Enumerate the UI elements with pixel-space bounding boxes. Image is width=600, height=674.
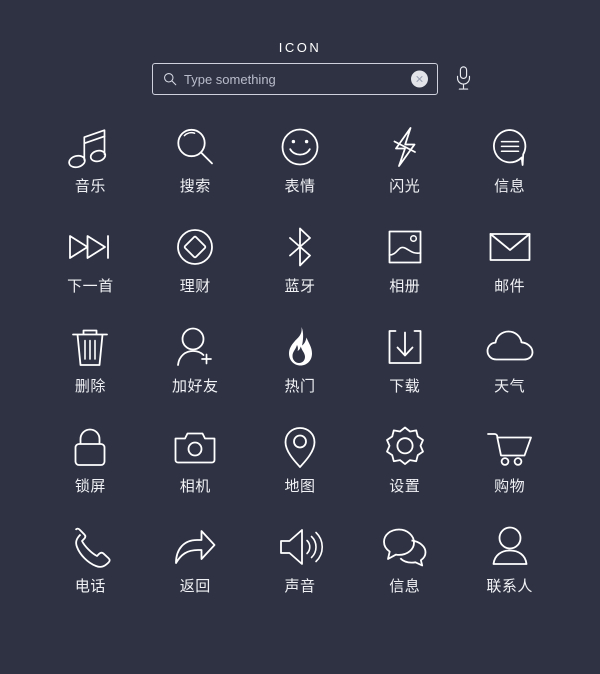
next-track-icon (65, 222, 115, 272)
icon-cell-contacts[interactable]: 联系人 (457, 522, 562, 622)
icon-label: 信息 (494, 178, 526, 195)
icon-cell-next-track[interactable]: 下一首 (38, 222, 143, 322)
icon-cell-shopping[interactable]: 购物 (457, 422, 562, 522)
icon-cell-weather[interactable]: 天气 (457, 322, 562, 422)
search-icon (164, 73, 177, 86)
return-arrow-icon (170, 522, 220, 572)
icon-cell-search[interactable]: 搜索 (143, 122, 248, 222)
diamond-in-circle-icon (172, 222, 218, 272)
icon-label: 返回 (179, 578, 211, 595)
icon-label: 理财 (179, 278, 211, 295)
magnifier-icon (172, 122, 218, 172)
icon-label: 下一首 (67, 278, 114, 295)
flame-icon (277, 322, 323, 372)
download-icon (382, 322, 428, 372)
camera-icon (170, 422, 220, 472)
speaker-volume-icon (275, 522, 325, 572)
icon-cell-hot[interactable]: 热门 (248, 322, 353, 422)
icon-cell-flash[interactable]: 闪光 (352, 122, 457, 222)
icon-grid: 音乐 搜索 表情 闪光 信息 下一首 理财 蓝牙 相册 邮件 删除 加好友 热门… (38, 122, 562, 622)
icon-label: 搜索 (179, 178, 211, 195)
smiley-face-icon (277, 122, 323, 172)
icon-cell-back[interactable]: 返回 (143, 522, 248, 622)
icon-label: 邮件 (494, 278, 526, 295)
icon-cell-message[interactable]: 信息 (457, 122, 562, 222)
photo-album-icon (382, 222, 428, 272)
icon-label: 音乐 (74, 178, 106, 195)
icon-label: 电话 (74, 578, 106, 595)
icon-label: 相机 (179, 478, 211, 495)
icon-cell-photo-album[interactable]: 相册 (352, 222, 457, 322)
icon-cell-bluetooth[interactable]: 蓝牙 (248, 222, 353, 322)
cloud-icon (484, 322, 536, 372)
icon-label: 锁屏 (74, 478, 106, 495)
contact-person-icon (487, 522, 533, 572)
icon-label: 设置 (389, 478, 421, 495)
trash-can-icon (67, 322, 113, 372)
icon-cell-phone[interactable]: 电话 (38, 522, 143, 622)
gear-icon (382, 422, 428, 472)
lightning-bolt-icon (382, 122, 428, 172)
icon-cell-finance[interactable]: 理财 (143, 222, 248, 322)
music-note-icon (67, 122, 113, 172)
icon-label: 联系人 (486, 578, 533, 595)
shopping-cart-icon (484, 422, 536, 472)
map-pin-icon (278, 422, 322, 472)
icon-label: 热门 (284, 378, 316, 395)
icon-label: 删除 (74, 378, 106, 395)
icon-label: 地图 (284, 478, 316, 495)
icon-gallery-page: ICON Type something 音乐 搜索 表情 闪光 信息 下一首 理… (0, 0, 600, 674)
close-icon (416, 75, 423, 83)
icon-label: 加好友 (171, 378, 219, 395)
icon-label: 声音 (284, 578, 316, 595)
microphone-icon[interactable] (455, 65, 472, 93)
icon-cell-add-friend[interactable]: 加好友 (143, 322, 248, 422)
icon-cell-chat[interactable]: 信息 (352, 522, 457, 622)
icon-label: 表情 (284, 178, 316, 195)
icon-cell-download[interactable]: 下载 (352, 322, 457, 422)
bluetooth-icon (277, 222, 323, 272)
phone-handset-icon (67, 522, 113, 572)
icon-cell-camera[interactable]: 相机 (143, 422, 248, 522)
icon-label: 信息 (389, 578, 421, 595)
icon-label: 蓝牙 (284, 278, 316, 295)
icon-cell-music[interactable]: 音乐 (38, 122, 143, 222)
page-title: ICON (278, 40, 322, 55)
clear-search-button[interactable] (411, 70, 428, 88)
icon-cell-mail[interactable]: 邮件 (457, 222, 562, 322)
icon-label: 相册 (389, 278, 421, 295)
message-bubble-lines-icon (487, 122, 533, 172)
icon-label: 下载 (389, 378, 421, 395)
chat-bubbles-icon (380, 522, 430, 572)
add-friend-icon (170, 322, 220, 372)
icon-cell-delete[interactable]: 删除 (38, 322, 143, 422)
icon-label: 天气 (494, 378, 526, 395)
icon-label: 闪光 (389, 178, 421, 195)
lock-icon (67, 422, 113, 472)
icon-label: 购物 (494, 478, 526, 495)
icon-cell-lock-screen[interactable]: 锁屏 (38, 422, 143, 522)
icon-cell-sound[interactable]: 声音 (248, 522, 353, 622)
search-input[interactable] (184, 71, 437, 87)
icon-cell-map[interactable]: 地图 (248, 422, 353, 522)
search-row (152, 62, 472, 96)
icon-cell-settings[interactable]: 设置 (352, 422, 457, 522)
icon-cell-emoji[interactable]: 表情 (248, 122, 353, 222)
search-box[interactable] (152, 63, 438, 95)
envelope-icon (485, 222, 535, 272)
